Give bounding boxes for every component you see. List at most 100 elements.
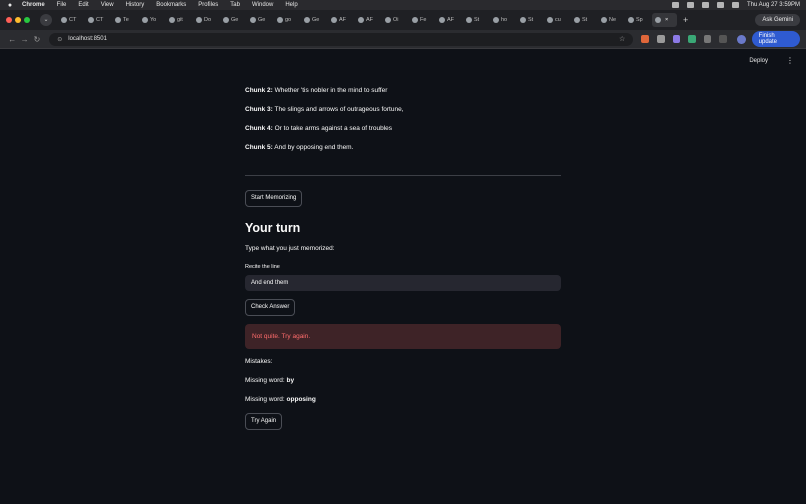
extension-icon[interactable] [641,35,649,43]
mistakes-label: Mistakes: [245,358,273,365]
tab-favicon-icon [547,17,553,23]
menu-file[interactable]: File [57,2,67,8]
page-heading: Your turn [245,221,301,235]
extensions-puzzle-icon[interactable] [703,35,712,43]
browser-tab[interactable]: Ge [220,13,245,27]
error-alert: Not quite. Try again. [245,324,561,349]
window-controls [6,17,30,23]
browser-tab[interactable]: Ge [301,13,326,27]
tab-search-icon[interactable]: ⌄ [40,14,52,26]
chunk-line: Chunk 3: The slings and arrows of outrag… [245,106,404,113]
side-panel-icon[interactable] [719,35,728,43]
bookmark-star-icon[interactable]: ☆ [619,35,625,43]
battery-icon[interactable] [686,2,694,8]
tab-list: CT CT Te Yo git Do Ge Ge go Ge AF AF Oi Fe AF St ho St cu S… [58,13,679,27]
zoom-window-icon[interactable] [24,17,30,23]
tab-label: Te [123,17,129,23]
menubar-clock[interactable]: Thu Aug 27 3:59PM [747,2,800,8]
profile-avatar[interactable] [737,34,746,44]
main-menu-icon[interactable]: ⋮ [786,56,794,65]
browser-tab[interactable]: AF [355,13,380,27]
streamlit-app: Deploy ⋮ Chunk 2: Whether 'tis nobler in… [0,49,806,504]
search-icon[interactable] [716,2,724,8]
menu-view[interactable]: View [101,2,114,8]
mistake-prefix: Missing word: [245,377,287,384]
tab-label: Ne [609,17,617,23]
bluetooth-icon[interactable] [671,2,679,8]
browser-tab[interactable]: St [463,13,488,27]
tab-label: St [582,17,588,23]
control-center-icon[interactable] [731,2,739,8]
browser-tab[interactable]: Te [112,13,137,27]
tab-favicon-icon [61,17,67,23]
menu-history[interactable]: History [126,2,145,8]
minimize-window-icon[interactable] [15,17,21,23]
forward-icon[interactable]: → [18,35,30,44]
browser-tab[interactable]: Yo [139,13,164,27]
tab-favicon-icon [655,17,661,23]
browser-tab[interactable]: St [517,13,542,27]
tab-label: Yo [150,17,157,23]
tab-favicon-icon [439,17,445,23]
new-tab-icon[interactable]: + [683,15,688,25]
check-answer-button[interactable]: Check Answer [245,299,296,316]
tab-favicon-icon [304,17,310,23]
browser-tab[interactable]: Sp [625,13,650,27]
try-again-button[interactable]: Try Again [245,413,283,430]
browser-tab[interactable]: Oi [382,13,407,27]
browser-tab[interactable]: AF [328,13,353,27]
recite-input[interactable]: And end them [245,275,561,291]
instruction-text: Type what you just memorized: [245,245,335,252]
browser-tab[interactable]: × [652,13,677,27]
extension-icon[interactable] [672,35,681,43]
chunk-line: Chunk 5: And by opposing end them. [245,144,353,151]
site-info-icon[interactable]: ⊙ [57,36,62,43]
browser-tab[interactable]: go [274,13,299,27]
tab-label: cu [555,17,561,23]
browser-tab[interactable]: Do [193,13,218,27]
tab-favicon-icon [331,17,337,23]
wifi-icon[interactable] [701,2,709,8]
finish-update-button[interactable]: Finish update [751,31,801,47]
start-memorizing-button[interactable]: Start Memorizing [245,190,303,207]
browser-tab[interactable]: St [571,13,596,27]
url-text[interactable]: localhost:8501 [68,36,107,42]
back-icon[interactable]: ← [6,35,18,44]
tab-strip: ⌄ CT CT Te Yo git Do Ge Ge go Ge AF AF Oi Fe AF St ho St c… [0,10,806,30]
extension-icon[interactable] [688,35,696,43]
menu-app-name[interactable]: Chrome [22,2,45,8]
deploy-button[interactable]: Deploy [749,58,768,64]
tab-label: AF [339,17,347,23]
ask-gemini-button[interactable]: Ask Gemini [755,14,800,26]
browser-tab[interactable]: ho [490,13,515,27]
menu-edit[interactable]: Edit [78,2,88,8]
menu-bookmarks[interactable]: Bookmarks [156,2,186,8]
macos-menubar: ● Chrome File Edit View History Bookmark… [0,0,806,10]
menu-tab[interactable]: Tab [230,2,240,8]
menu-window[interactable]: Window [252,2,273,8]
tab-label: Ge [312,17,320,23]
browser-tab[interactable]: CT [58,13,83,27]
browser-tab[interactable]: cu [544,13,569,27]
menu-help[interactable]: Help [285,2,297,8]
close-tab-icon[interactable]: × [665,17,668,23]
chunk-line: Chunk 2: Whether 'tis nobler in the mind… [245,87,387,94]
extension-icon[interactable] [656,35,665,43]
tab-label: Sp [636,17,643,23]
apple-icon[interactable]: ● [6,2,14,9]
browser-tab[interactable]: AF [436,13,461,27]
tab-label: AF [447,17,455,23]
browser-tab[interactable]: CT [85,13,110,27]
browser-tab[interactable]: Ge [247,13,272,27]
reload-icon[interactable]: ↻ [31,35,43,44]
menu-profiles[interactable]: Profiles [198,2,218,8]
close-window-icon[interactable] [6,17,12,23]
browser-tab[interactable]: Fe [409,13,434,27]
tab-favicon-icon [250,17,256,23]
tab-favicon-icon [601,17,607,23]
tab-favicon-icon [520,17,526,23]
browser-tab[interactable]: git [166,13,191,27]
browser-tab[interactable]: Ne [598,13,623,27]
address-bar[interactable]: ⊙ localhost:8501 ☆ [49,32,634,46]
tab-favicon-icon [493,17,499,23]
